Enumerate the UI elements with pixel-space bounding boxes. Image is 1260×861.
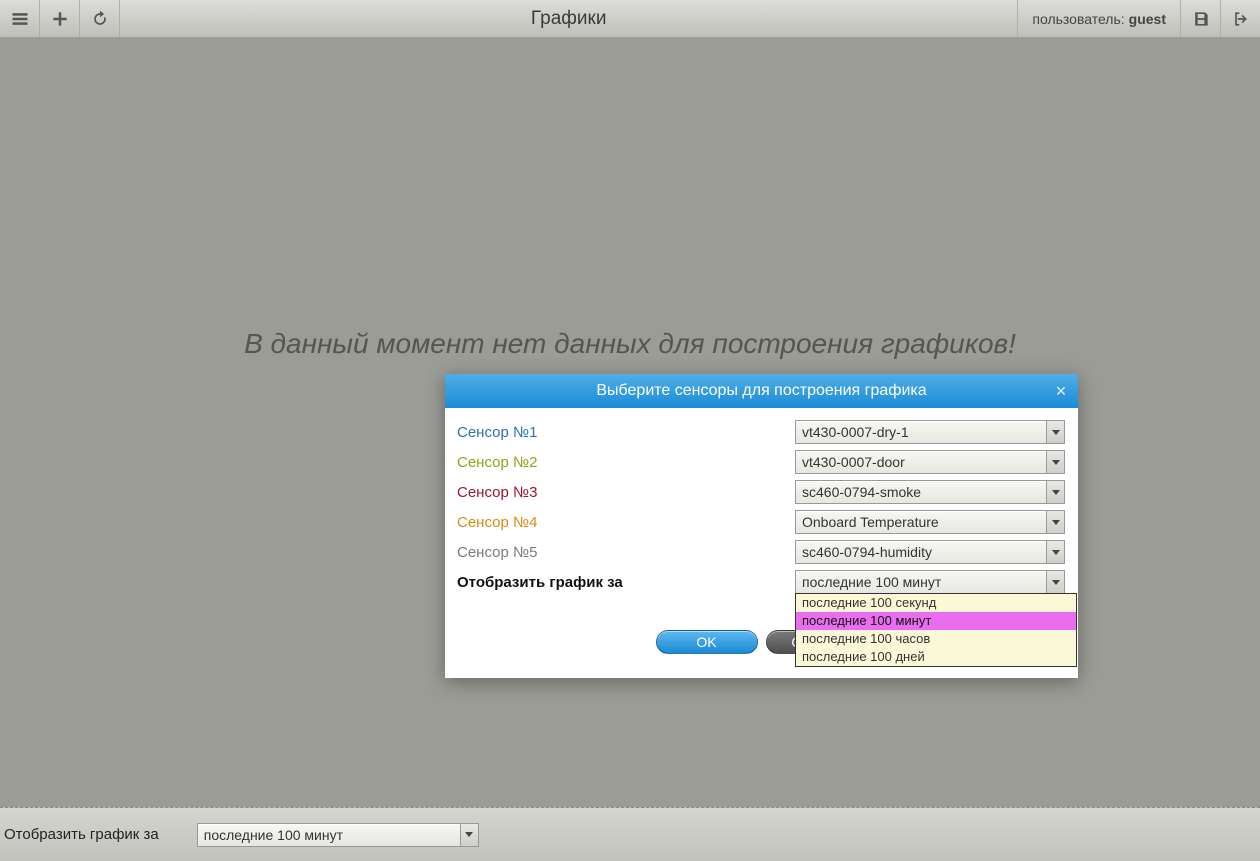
chevron-down-icon — [460, 824, 478, 846]
chevron-down-icon — [1046, 541, 1064, 563]
sensor-5-label: Сенсор №5 — [457, 544, 795, 561]
chevron-down-icon — [1046, 421, 1064, 443]
range-option[interactable]: последние 100 секунд — [796, 594, 1076, 612]
range-value: последние 100 минут — [802, 574, 941, 590]
sensor-1-select[interactable]: vt430-0007-dry-1 — [795, 420, 1065, 444]
chevron-down-icon — [1046, 571, 1064, 593]
save-button[interactable] — [1180, 0, 1220, 37]
range-select[interactable]: последние 100 минут — [795, 570, 1065, 594]
menu-icon — [10, 9, 30, 29]
user-prefix: пользователь: — [1032, 11, 1124, 27]
page-title: Графики — [120, 0, 1017, 37]
user-label: пользователь: guest — [1017, 0, 1180, 37]
dialog-title: Выберите сенсоры для построения графика — [596, 382, 926, 400]
user-name: guest — [1129, 11, 1166, 27]
sensor-3-select[interactable]: sc460-0794-smoke — [795, 480, 1065, 504]
sensor-5-select[interactable]: sc460-0794-humidity — [795, 540, 1065, 564]
range-label: Отобразить график за — [457, 574, 795, 591]
range-dropdown: последние 100 секунд последние 100 минут… — [795, 593, 1077, 667]
sensor-4-select[interactable]: Onboard Temperature — [795, 510, 1065, 534]
sensor-1-label: Сенсор №1 — [457, 424, 795, 441]
sensor-2-label: Сенсор №2 — [457, 454, 795, 471]
dialog-close-button[interactable]: × — [1044, 374, 1078, 408]
sensor-1-value: vt430-0007-dry-1 — [802, 424, 909, 440]
chevron-down-icon — [1046, 451, 1064, 473]
plus-icon — [50, 9, 70, 29]
sensor-4-value: Onboard Temperature — [802, 514, 939, 530]
menu-button[interactable] — [0, 0, 40, 37]
bottom-range-select[interactable]: последние 100 минут — [197, 823, 479, 847]
sensor-4-label: Сенсор №4 — [457, 514, 795, 531]
logout-button[interactable] — [1220, 0, 1260, 37]
bottom-range-label: Отобразить график за — [4, 826, 159, 843]
sensor-2-select[interactable]: vt430-0007-door — [795, 450, 1065, 474]
ok-button[interactable]: OK — [656, 630, 758, 654]
dialog-header[interactable]: Выберите сенсоры для построения графика … — [445, 374, 1078, 408]
refresh-button[interactable] — [80, 0, 120, 37]
save-icon — [1191, 9, 1211, 29]
sensor-2-value: vt430-0007-door — [802, 454, 905, 470]
chevron-down-icon — [1046, 511, 1064, 533]
close-icon: × — [1056, 381, 1067, 402]
range-option[interactable]: последние 100 минут — [796, 612, 1076, 630]
bottom-range-value: последние 100 минут — [204, 827, 343, 843]
sensor-3-label: Сенсор №3 — [457, 484, 795, 501]
refresh-icon — [90, 9, 110, 29]
logout-icon — [1231, 9, 1251, 29]
no-data-message: В данный момент нет данных для построени… — [244, 328, 1016, 360]
sensor-3-value: sc460-0794-smoke — [802, 484, 921, 500]
range-option[interactable]: последние 100 дней — [796, 648, 1076, 666]
add-button[interactable] — [40, 0, 80, 37]
sensor-5-value: sc460-0794-humidity — [802, 544, 932, 560]
sensor-dialog: Выберите сенсоры для построения графика … — [445, 374, 1078, 678]
top-toolbar: Графики пользователь: guest — [0, 0, 1260, 38]
bottom-bar: Отобразить график за последние 100 минут — [0, 807, 1260, 861]
chevron-down-icon — [1046, 481, 1064, 503]
dialog-body: Сенсор №1 vt430-0007-dry-1 Сенсор №2 vt4… — [445, 408, 1078, 608]
range-option[interactable]: последние 100 часов — [796, 630, 1076, 648]
